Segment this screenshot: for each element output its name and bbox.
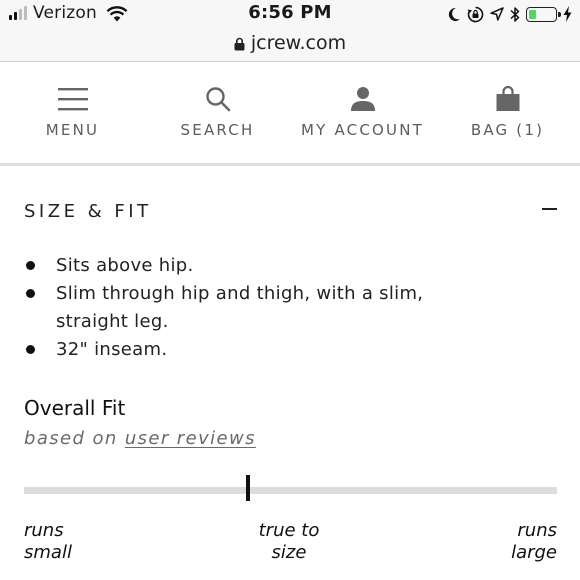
page: Verizon 6:56 PM jcrew.com MENU SEARCH MY… bbox=[0, 0, 580, 580]
location-arrow-icon bbox=[490, 7, 504, 21]
runs-small-label: runs small bbox=[24, 520, 72, 563]
charging-bolt-icon bbox=[563, 6, 572, 22]
status-right bbox=[447, 4, 572, 24]
shopping-bag-icon bbox=[496, 86, 519, 111]
overall-fit-heading: Overall Fit bbox=[24, 396, 126, 420]
bag-label: BAG (1) bbox=[470, 121, 545, 139]
my-account-button[interactable]: MY ACCOUNT bbox=[290, 62, 435, 163]
menu-button[interactable]: MENU bbox=[0, 62, 145, 163]
fit-scale-track bbox=[24, 475, 557, 501]
address-bar[interactable]: jcrew.com bbox=[0, 28, 580, 62]
person-icon bbox=[350, 87, 375, 111]
list-item: Sits above hip. bbox=[24, 252, 424, 280]
fit-subtitle: based on user reviews bbox=[24, 428, 256, 449]
url-text: jcrew.com bbox=[250, 31, 347, 54]
battery-icon bbox=[526, 6, 561, 22]
user-reviews-link[interactable]: user reviews bbox=[125, 428, 256, 449]
moon-icon bbox=[448, 7, 460, 21]
runs-large-label: runs large bbox=[511, 520, 557, 563]
rotation-lock-icon bbox=[467, 6, 484, 22]
search-label: SEARCH bbox=[180, 121, 255, 139]
search-button[interactable]: SEARCH bbox=[145, 62, 290, 163]
true-to-size-label: true to size bbox=[258, 520, 320, 563]
status-bar: Verizon 6:56 PM bbox=[0, 0, 580, 28]
menu-label: MENU bbox=[45, 121, 100, 139]
list-item: Slim through hip and thigh, with a slim,… bbox=[24, 280, 424, 336]
fit-details-list: Sits above hip. Slim through hip and thi… bbox=[24, 252, 424, 364]
my-account-label: MY ACCOUNT bbox=[301, 121, 424, 139]
size-fit-heading[interactable]: SIZE & FIT bbox=[24, 201, 152, 222]
search-icon bbox=[205, 87, 230, 112]
list-item: 32" inseam. bbox=[24, 336, 424, 364]
bluetooth-icon bbox=[510, 6, 520, 22]
minus-icon[interactable] bbox=[542, 196, 558, 222]
site-nav: MENU SEARCH MY ACCOUNT BAG (1) bbox=[0, 62, 580, 166]
bag-button[interactable]: BAG (1) bbox=[435, 62, 580, 163]
lock-icon bbox=[234, 37, 245, 50]
hamburger-icon bbox=[57, 88, 88, 111]
fit-scale-marker bbox=[245, 475, 250, 501]
based-on-text: based on bbox=[24, 428, 118, 449]
